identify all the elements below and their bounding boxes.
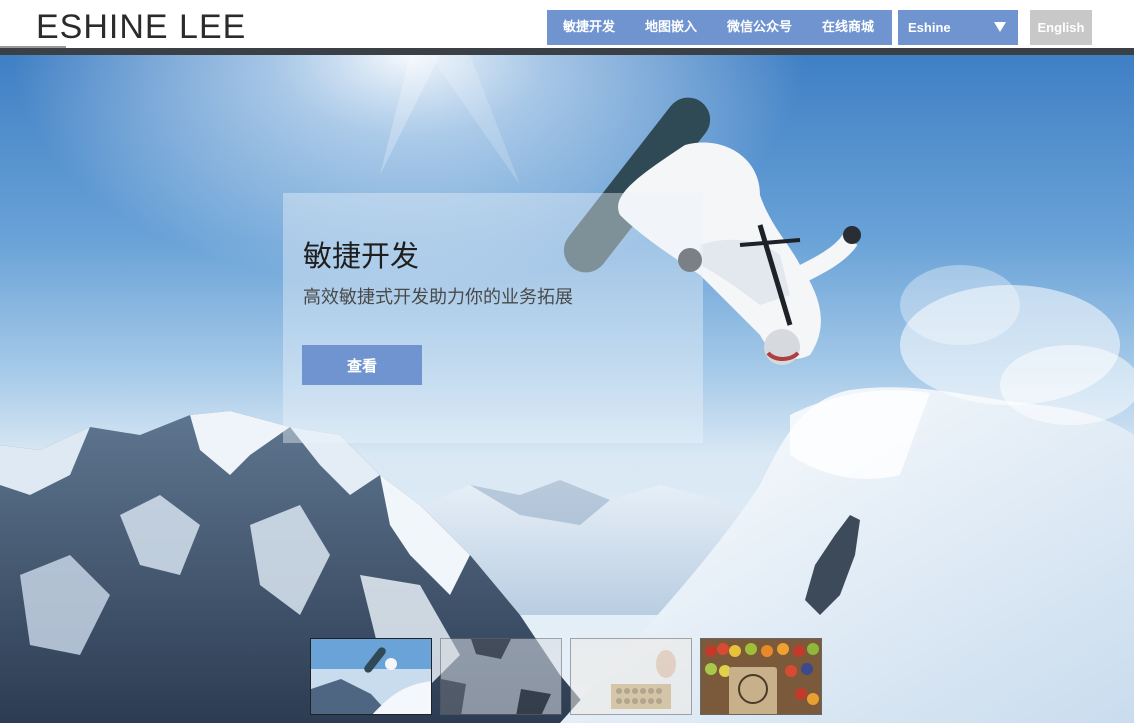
hero-subtitle: 高效敏捷式开发助力你的业务拓展 [303,287,573,308]
thumbnail-abstract-image [441,639,561,714]
thumbnail-snowboard-image [311,639,431,714]
thumbnail-fruit-image [701,639,821,714]
view-button[interactable]: 查看 [302,345,422,385]
nav-item-shop[interactable]: 在线商城 [807,10,889,45]
hero-carousel: 敏捷开发 高效敏捷式开发助力你的业务拓展 查看 [0,55,1134,723]
thumbnail-abstract-blocks[interactable] [440,638,562,715]
language-button[interactable]: English [1030,10,1092,45]
site-logo[interactable]: ESHINE LEE [36,8,246,47]
site-select[interactable]: Eshine [898,10,1018,45]
site-header: ESHINE LEE 敏捷开发 地图嵌入 微信公众号 在线商城 Eshine E… [0,0,1134,48]
nav-item-agile-dev[interactable]: 敏捷开发 [547,10,630,45]
header-divider-bar [0,48,1134,55]
carousel-thumbnails [310,638,830,716]
nav-item-wechat[interactable]: 微信公众号 [712,10,807,45]
thumbnail-abacus-image [571,639,691,714]
site-select-value: Eshine [908,20,951,35]
chevron-down-icon [994,22,1006,32]
thumbnail-abacus[interactable] [570,638,692,715]
hero-caption-panel: 敏捷开发 高效敏捷式开发助力你的业务拓展 查看 [283,193,703,443]
thumbnail-fruit-market[interactable] [700,638,822,715]
hero-title: 敏捷开发 [303,239,420,273]
thumbnail-snowboard[interactable] [310,638,432,715]
nav-item-map-embed[interactable]: 地图嵌入 [630,10,712,45]
main-nav: 敏捷开发 地图嵌入 微信公众号 在线商城 [547,10,892,45]
